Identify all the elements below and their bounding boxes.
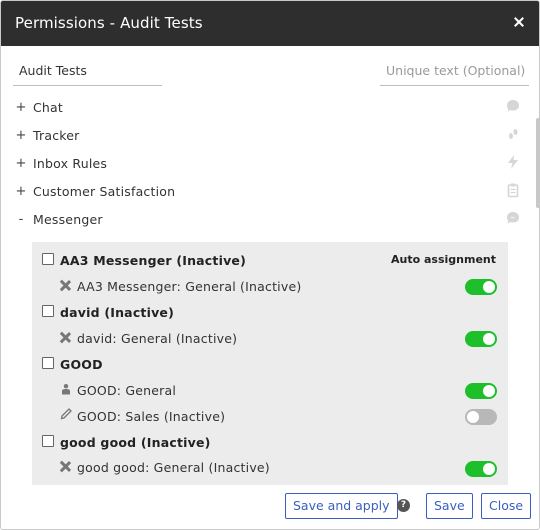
- auto-assignment-toggle[interactable]: [465, 279, 497, 295]
- x-icon: [60, 332, 71, 343]
- name-input[interactable]: [13, 56, 162, 86]
- auto-assignment-header: Auto assignment: [391, 253, 496, 266]
- save-and-apply-button[interactable]: Save and apply: [285, 493, 398, 519]
- auto-assignment-toggle[interactable]: [465, 461, 497, 477]
- tree-item-inbox-rules[interactable]: + Inbox Rules: [15, 153, 525, 175]
- dialog-header: Permissions - Audit Tests: [1, 1, 539, 46]
- save-button[interactable]: Save: [426, 493, 473, 519]
- dialog-title: Permissions - Audit Tests: [15, 14, 203, 32]
- clipboard-icon: [507, 183, 519, 198]
- filter-bar: [1, 56, 539, 88]
- auto-assignment-toggle[interactable]: [465, 331, 497, 347]
- group-checkbox[interactable]: [42, 357, 54, 369]
- auto-assignment-toggle[interactable]: [465, 383, 497, 399]
- person-icon: [62, 384, 70, 395]
- close-icon[interactable]: [511, 12, 527, 32]
- toggle-knob: [483, 333, 495, 345]
- collapse-toggle[interactable]: -: [15, 212, 27, 227]
- pencil-icon: [60, 408, 72, 420]
- auto-assignment-toggle[interactable]: [465, 409, 497, 425]
- toggle-knob: [483, 281, 495, 293]
- sub-item-label: AA3 Messenger: General (Inactive): [77, 279, 302, 294]
- tree-item-chat[interactable]: + Chat: [15, 97, 525, 119]
- tree-item-customer-satisfaction[interactable]: + Customer Satisfaction: [15, 181, 525, 203]
- group-label: david (Inactive): [60, 305, 175, 320]
- sub-item-label: david: General (Inactive): [77, 331, 238, 346]
- group-checkbox[interactable]: [42, 305, 54, 317]
- tree-item-label: Customer Satisfaction: [33, 184, 176, 199]
- tree-item-label: Chat: [33, 100, 64, 115]
- group-checkbox[interactable]: [42, 435, 54, 447]
- unique-text-input[interactable]: [380, 56, 529, 86]
- sub-item-label: good good: General (Inactive): [77, 460, 270, 475]
- group-label: GOOD: [60, 357, 103, 372]
- lightning-icon: [508, 155, 518, 169]
- messenger-icon: [507, 212, 519, 224]
- toggle-knob: [483, 385, 495, 397]
- tree-item-label: Messenger: [33, 212, 103, 227]
- sub-item-label: GOOD: General: [77, 383, 177, 398]
- x-icon: [60, 280, 71, 291]
- toggle-knob: [483, 463, 495, 475]
- toggle-knob: [467, 411, 479, 423]
- tree-item-label: Tracker: [33, 128, 80, 143]
- group-checkbox[interactable]: [42, 253, 54, 265]
- messenger-panel: Auto assignment AA3 Messenger (Inactive)…: [32, 242, 508, 489]
- expand-toggle[interactable]: +: [15, 184, 27, 199]
- chat-bubble-icon: [507, 100, 519, 112]
- permissions-scroll-area[interactable]: + Chat + Tracker + Inbox Rules + Custome…: [1, 94, 539, 489]
- group-label: good good (Inactive): [60, 435, 211, 450]
- tree-item-label: Inbox Rules: [33, 156, 108, 171]
- dialog-footer: Save and apply ? Save Close: [1, 485, 539, 529]
- expand-toggle[interactable]: +: [15, 156, 27, 171]
- x-icon: [60, 461, 71, 472]
- expand-toggle[interactable]: +: [15, 128, 27, 143]
- help-icon[interactable]: ?: [397, 499, 410, 512]
- tree-item-tracker[interactable]: + Tracker: [15, 125, 525, 147]
- scrollbar-thumb[interactable]: [536, 118, 539, 208]
- sub-item-label: GOOD: Sales (Inactive): [77, 409, 226, 424]
- permissions-dialog: Permissions - Audit Tests + Chat + Track…: [0, 0, 540, 530]
- footprint-icon: [509, 129, 518, 139]
- close-button[interactable]: Close: [481, 493, 532, 519]
- group-label: AA3 Messenger (Inactive): [60, 253, 247, 268]
- tree-item-messenger[interactable]: - Messenger: [15, 209, 525, 231]
- expand-toggle[interactable]: +: [15, 100, 27, 115]
